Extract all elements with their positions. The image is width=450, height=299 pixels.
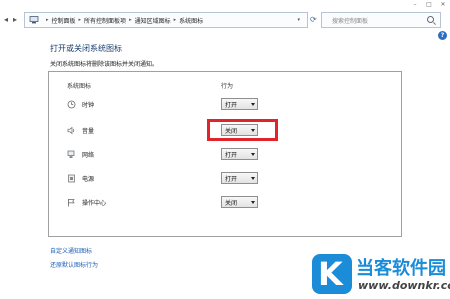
crumb-system-icons[interactable]: 系统图标: [179, 16, 203, 25]
customize-icons-link[interactable]: 自定义通知图标: [50, 246, 92, 255]
crumb-all-items[interactable]: 所有控制面板项: [84, 16, 126, 25]
network-icon: [67, 150, 75, 158]
watermark-title: 当客软件园: [356, 258, 446, 279]
table-row: 电源 打开: [0, 172, 450, 188]
select-value: 打开: [225, 151, 238, 159]
row-label: 时钟: [82, 102, 95, 109]
forward-arrow-icon[interactable]: ▸: [13, 15, 17, 24]
table-row: 操作中心 关闭: [0, 196, 450, 212]
power-icon: [68, 174, 75, 183]
row-label: 音量: [82, 128, 95, 135]
action-center-behavior-select[interactable]: 关闭: [221, 196, 258, 208]
row-label: 电源: [82, 176, 95, 183]
row-label: 操作中心: [82, 200, 107, 207]
computer-icon: [29, 16, 39, 24]
minimize-button[interactable]: –: [408, 0, 422, 9]
brand-logo-icon: K: [312, 254, 352, 294]
address-bar: ◂ ▸ ▸ 控制面板 ▸ 所有控制面板项 ▸ 通知区域图标 ▸ 系统图标 ▾ ⟳…: [0, 10, 450, 30]
network-behavior-select[interactable]: 打开: [221, 148, 258, 160]
chevron-right-icon: ▸: [173, 17, 177, 23]
select-value: 打开: [225, 175, 238, 183]
page-title: 打开或关闭系统图标: [50, 44, 122, 53]
close-button[interactable]: ✕: [436, 0, 450, 9]
refresh-icon[interactable]: ⟳: [310, 15, 317, 24]
help-button[interactable]: ?: [438, 31, 447, 40]
title-bar: – □ ✕: [0, 0, 450, 9]
logo-letter: K: [318, 255, 343, 293]
chevron-right-icon: ▸: [46, 17, 49, 23]
search-icon[interactable]: [427, 16, 434, 23]
select-value: 打开: [225, 101, 238, 109]
breadcrumb[interactable]: ▸ 控制面板 ▸ 所有控制面板项 ▸ 通知区域图标 ▸ 系统图标 ▾: [24, 12, 308, 28]
maximize-button[interactable]: □: [422, 0, 436, 9]
chevron-down-icon: [251, 201, 255, 204]
back-arrow-icon[interactable]: ◂: [4, 15, 8, 24]
chevron-down-icon: [251, 153, 255, 156]
watermark-url: www.downkr.com: [358, 279, 450, 292]
chevron-right-icon: ▸: [129, 17, 132, 23]
clock-icon: [67, 100, 76, 109]
chevron-down-icon: [251, 177, 255, 180]
table-row: 时钟 打开: [0, 98, 450, 114]
volume-icon: [67, 126, 75, 135]
row-label: 网络: [82, 152, 95, 159]
flag-icon: [68, 199, 75, 207]
column-header-icon: 系统图标: [67, 83, 92, 90]
crumb-notification-icons[interactable]: 通知区域图标: [135, 16, 171, 25]
watermark: K 当客软件园 www.downkr.com: [312, 250, 450, 299]
power-behavior-select[interactable]: 打开: [221, 172, 258, 184]
column-header-behavior: 行为: [221, 83, 234, 90]
table-row: 网络 打开: [0, 148, 450, 164]
highlight-box: [207, 119, 278, 141]
crumb-control-panel[interactable]: 控制面板: [52, 16, 76, 25]
page-description: 关闭系统图标将删除该图标并关闭通知。: [50, 61, 159, 68]
restore-default-link[interactable]: 还原默认图标行为: [50, 260, 98, 269]
chevron-down-icon: [251, 103, 255, 106]
chevron-right-icon: ▸: [78, 17, 82, 23]
search-input[interactable]: 搜索控制面板: [321, 12, 441, 28]
clock-behavior-select[interactable]: 打开: [221, 98, 258, 110]
select-value: 关闭: [225, 199, 238, 207]
search-placeholder: 搜索控制面板: [332, 17, 369, 25]
dropdown-arrow-icon[interactable]: ▾: [297, 17, 300, 23]
